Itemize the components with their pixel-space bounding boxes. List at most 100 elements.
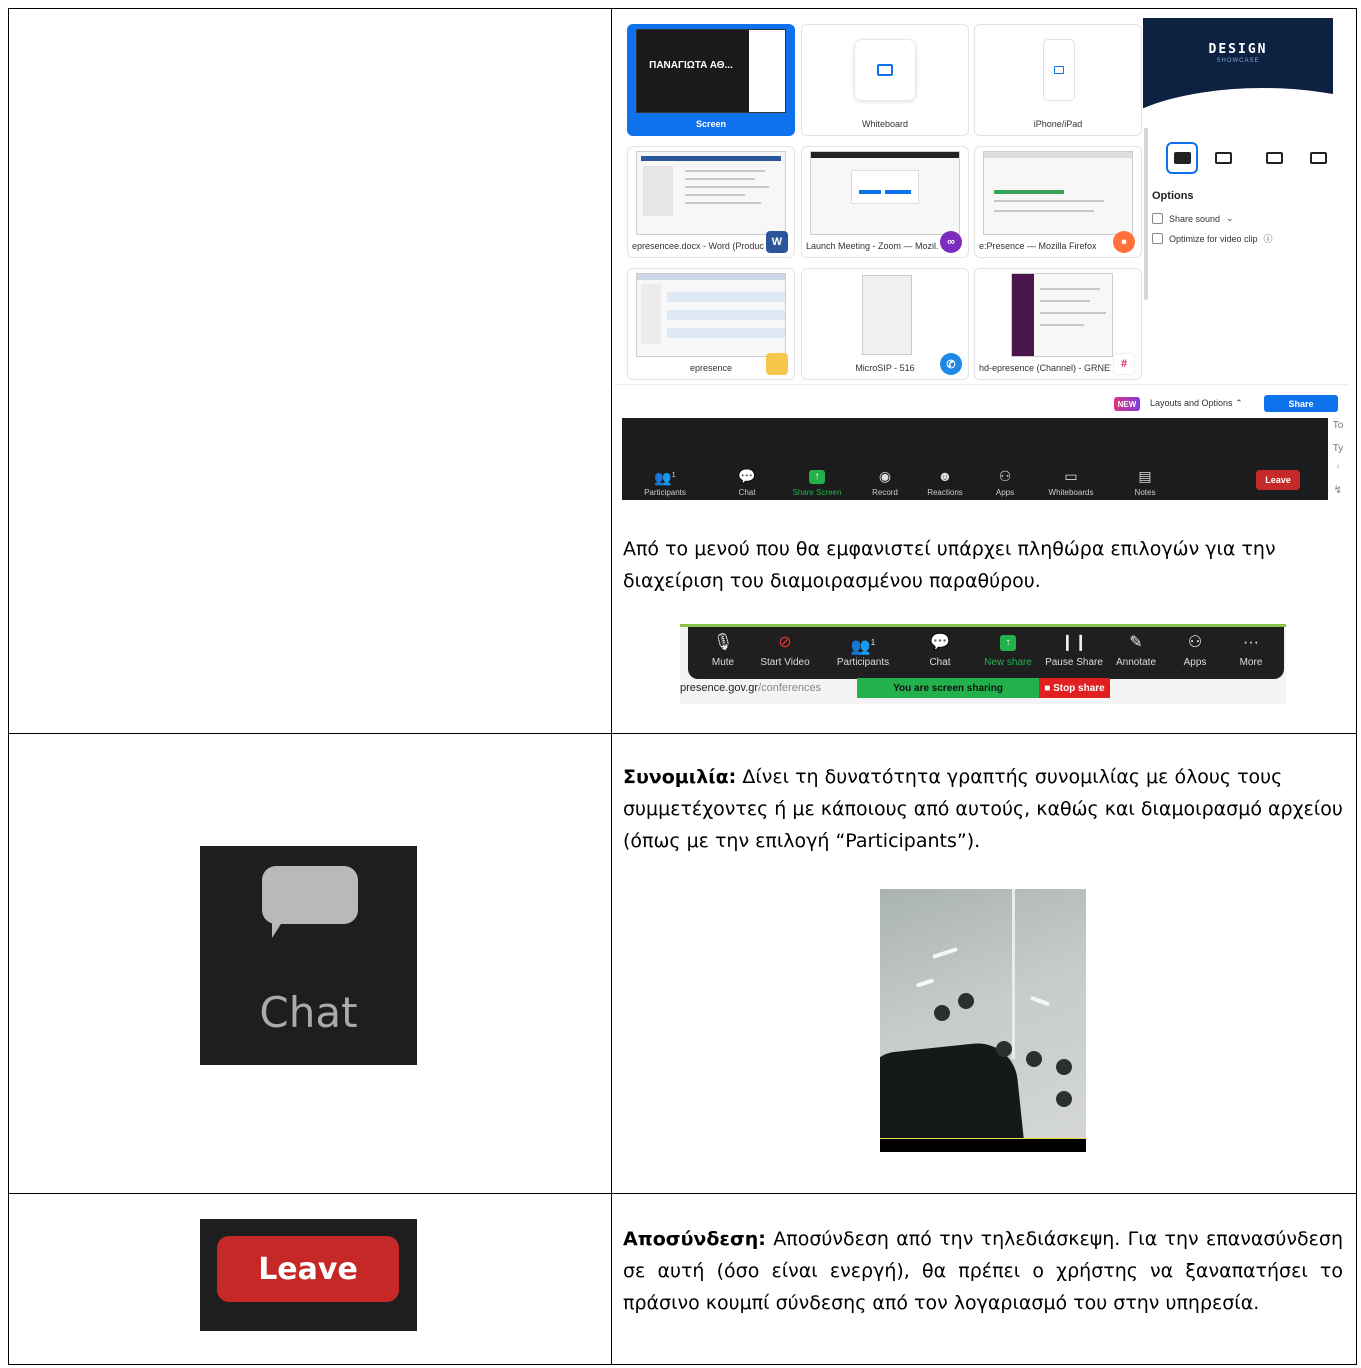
share-tile-screen[interactable]: ΠΑΝΑΓΙΩΤΑ ΑΘ... Screen [627,24,795,136]
share-button[interactable]: Share [1264,395,1338,412]
firefox-private-icon: ∞ [940,231,962,253]
chat-label: Chat [259,988,358,1037]
leave-description: Αποσύνδεση: Αποσύνδεση από την τηλεδιάσκ… [623,1223,1343,1319]
layout-presenter-icon[interactable] [1207,142,1239,174]
sharing-meeting-bar-screenshot: 🎙 Mute ⊘ Start Video 👥1 Participants 💬 C… [680,624,1286,704]
apps-icon: ⚇ [998,468,1012,484]
layout-side-icon[interactable] [1258,142,1290,174]
optimize-video-checkbox[interactable] [1152,233,1163,244]
mute-button[interactable]: 🎙 Mute [688,633,758,668]
share-sound-checkbox[interactable] [1152,213,1163,224]
screen-thumbnail-text: ΠΑΝΑΓΙΩΤΑ ΑΘ... [649,60,733,71]
launch-meeting-thumbnail [810,151,960,235]
participants-button[interactable]: 👥1 Participants [828,633,898,668]
stop-icon: ■ [1044,682,1054,694]
word-icon: W [766,231,788,253]
share-tile-epresence-folder[interactable]: epresence [627,268,795,380]
share-tile-whiteboard[interactable]: Whiteboard [801,24,969,136]
share-tile-word[interactable]: epresencee.docx - Word (Product... W [627,146,795,258]
whiteboards-icon: ▭ [1064,468,1078,484]
more-icon: ··· [1243,634,1259,651]
share-description: Από το μενού που θα εμφανιστεί υπάρχει π… [623,538,1276,592]
folder-icon [766,353,788,375]
optimize-video-option[interactable]: Optimize for video clip ⓘ [1152,232,1273,245]
toolbar-chat[interactable]: 💬 Chat [712,468,782,497]
chat-title: Συνομιλία: [623,766,737,788]
participants-icon: 👥1 [654,469,676,486]
microphone-icon: 🎙 [712,634,734,651]
leave-button[interactable]: Leave [217,1236,399,1302]
chat-button[interactable]: 💬 Chat [905,633,975,668]
toolbar-apps[interactable]: ⚇ Apps [970,468,1040,497]
screen-sharing-banner: You are screen sharing [857,678,1039,698]
chat-description: Συνομιλία: Δίνει τη δυνατότητα γραπτής σ… [623,761,1343,857]
chat-icon: 💬 [930,634,950,651]
share-tile-label: Launch Meeting - Zoom — Mozil... [806,241,938,251]
pause-icon: ❙❙ [1060,634,1088,651]
preview-subtitle: SHOWCASE [1216,58,1260,64]
share-tile-firefox[interactable]: e:Presence — Mozilla Firefox ● [974,146,1142,258]
pause-share-button[interactable]: ❙❙ Pause Share [1039,633,1109,668]
meeting-toolbar: 👥1 Participants 💬 Chat ↑ Share Screen ◉ … [622,418,1328,500]
help-icon[interactable]: ⓘ [1264,232,1273,245]
toolbar-share-screen[interactable]: ↑ Share Screen [782,470,852,497]
side-text-fragment: To Ty ⁱ ↯ [1332,420,1344,496]
chat-icon: 💬 [738,468,756,484]
share-screen-icon: ↑ [1000,635,1016,651]
word-thumbnail [636,151,786,235]
preview-title: DESIGN [1208,42,1268,57]
share-sound-label: Share sound [1169,213,1221,224]
share-banner-label: You are screen sharing [893,682,1003,694]
share-preview: DESIGN SHOWCASE [1143,18,1333,128]
notes-icon: ▤ [1138,468,1152,484]
participants-icon: 👥1 [850,638,876,656]
toolbar-notes[interactable]: ▤ Notes [1110,468,1180,497]
stop-share-button[interactable]: ■ Stop share [1039,678,1110,698]
microsip-icon: ✆ [940,353,962,375]
firefox-thumbnail [983,151,1133,235]
slack-thumbnail [1011,273,1113,357]
chevron-down-icon[interactable]: ⌄ [1226,213,1234,224]
share-picker-screenshot: ΠΑΝΑΓΙΩΤΑ ΑΘ... Screen Whiteboard iPhone… [614,10,1349,500]
start-video-button[interactable]: ⊘ Start Video [750,633,820,668]
share-screen-icon: ↑ [809,470,825,484]
share-tile-iphone[interactable]: iPhone/iPad [974,24,1142,136]
iphone-icon [1043,39,1075,101]
toolbar-whiteboards[interactable]: ▭ Whiteboards [1036,468,1106,497]
table-row-divider [9,733,1356,734]
chevron-up-icon: ⌃ [1235,398,1243,408]
chat-icon-crop: Chat [200,846,417,1065]
microsip-thumbnail [862,275,912,355]
share-tile-label: iPhone/iPad [1033,119,1083,129]
table-row-divider [9,1193,1356,1194]
options-title: Options [1152,190,1194,202]
whiteboard-icon [854,39,916,101]
new-badge: NEW [1114,397,1140,411]
slack-icon: # [1113,353,1135,375]
share-tile-label: Whiteboard [861,119,909,129]
share-tile-label: epresencee.docx - Word (Product... [632,241,764,251]
leave-button-crop: Leave [200,1219,417,1331]
optimize-video-label: Optimize for video clip [1169,233,1258,244]
share-tile-label: hd-epresence (Channel) - GRNET ... [979,363,1111,373]
toolbar-leave-button[interactable]: Leave [1256,470,1300,490]
table-column-divider [611,9,612,1364]
share-tile-microsip[interactable]: MicroSIP - 516 ✆ [801,268,969,380]
share-sound-option[interactable]: Share sound ⌄ [1152,213,1234,224]
layout-fullscreen-icon[interactable] [1166,142,1198,174]
share-tile-label: e:Presence — Mozilla Firefox [979,241,1097,251]
more-button[interactable]: ··· More [1216,633,1286,668]
layouts-and-options-link[interactable]: Layouts and Options ⌃ [1150,398,1243,409]
new-share-button[interactable]: ↑ New share [973,633,1043,668]
layout-standard-icon[interactable] [1302,142,1334,174]
share-tile-slack[interactable]: hd-epresence (Channel) - GRNET ... # [974,268,1142,380]
firefox-icon: ● [1113,231,1135,253]
toolbar-participants[interactable]: 👥1 Participants [630,468,700,497]
sharing-toolbar: 🎙 Mute ⊘ Start Video 👥1 Participants 💬 C… [688,627,1284,679]
leave-title: Αποσύνδεση: [623,1228,766,1250]
browser-url[interactable]: presence.gov.gr/conferences [680,682,821,694]
share-tile-label: Screen [695,119,727,129]
screen-thumbnail-sidebar [749,30,785,112]
share-tile-launch-meeting[interactable]: Launch Meeting - Zoom — Mozil... ∞ [801,146,969,258]
screen-thumbnail: ΠΑΝΑΓΙΩΤΑ ΑΘ... [636,29,786,113]
